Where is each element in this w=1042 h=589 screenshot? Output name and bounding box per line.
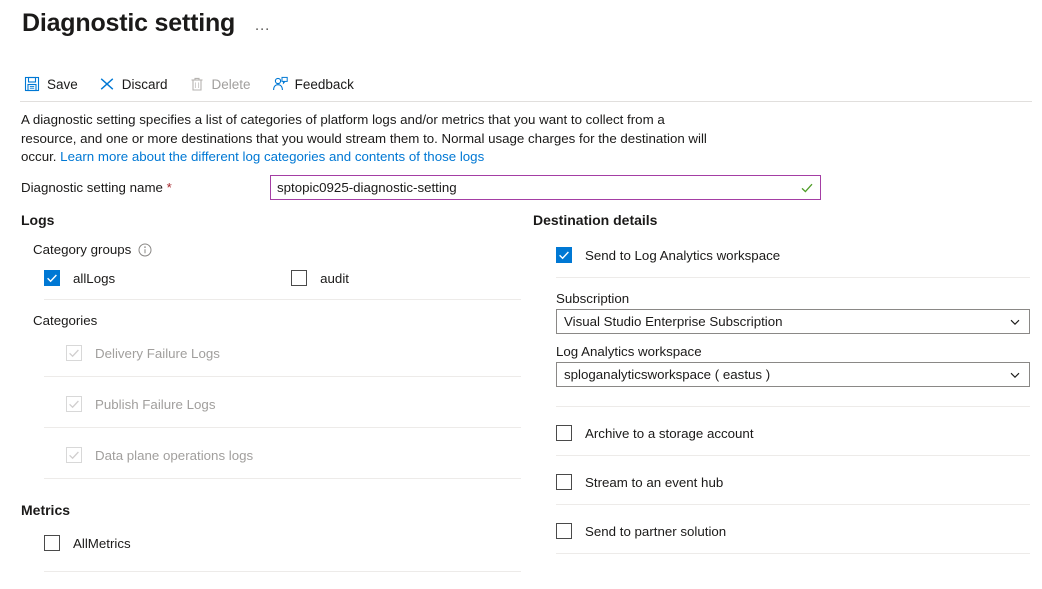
divider xyxy=(556,504,1030,505)
divider xyxy=(556,406,1030,407)
category-groups-label: Category groups xyxy=(33,242,521,257)
checkbox-box[interactable] xyxy=(44,270,60,286)
description-text: A diagnostic setting specifies a list of… xyxy=(21,111,721,167)
checkbox-delivery-failure-logs-label: Delivery Failure Logs xyxy=(95,346,220,361)
save-button[interactable]: Save xyxy=(22,74,87,94)
learn-more-link[interactable]: Learn more about the different log categ… xyxy=(60,149,484,164)
checkbox-data-plane-operations-logs: Data plane operations logs xyxy=(66,440,521,470)
checkbox-box xyxy=(66,447,82,463)
log-analytics-workspace-field: Log Analytics workspace sploganalyticswo… xyxy=(556,344,1030,387)
categories-label: Categories xyxy=(33,313,521,328)
checkbox-allmetrics-label: AllMetrics xyxy=(73,536,131,551)
checkbox-box[interactable] xyxy=(556,425,572,441)
checkbox-send-to-partner-solution-label: Send to partner solution xyxy=(585,524,726,539)
delete-button-label: Delete xyxy=(212,77,251,92)
divider xyxy=(44,376,521,377)
subscription-label: Subscription xyxy=(556,291,1030,306)
diagnostic-setting-name-row: Diagnostic setting name * xyxy=(21,175,1021,200)
checkbox-publish-failure-logs-label: Publish Failure Logs xyxy=(95,397,215,412)
delete-icon xyxy=(189,76,205,92)
checkbox-box[interactable] xyxy=(556,523,572,539)
checkbox-box[interactable] xyxy=(291,270,307,286)
checkbox-allLogs-label: allLogs xyxy=(73,271,115,286)
category-groups-label-text: Category groups xyxy=(33,242,131,257)
checkbox-stream-to-event-hub[interactable]: Stream to an event hub xyxy=(556,469,1030,495)
diagnostic-setting-name-field[interactable] xyxy=(270,175,821,200)
delete-button: Delete xyxy=(187,74,260,94)
checkbox-send-to-log-analytics[interactable]: Send to Log Analytics workspace xyxy=(556,242,1030,268)
diagnostic-setting-name-input[interactable] xyxy=(271,176,820,199)
required-marker: * xyxy=(167,180,172,195)
checkbox-allLogs[interactable]: allLogs xyxy=(44,270,115,286)
discard-icon xyxy=(99,76,115,92)
destination-details-column: Destination details Send to Log Analytic… xyxy=(533,212,1030,554)
log-analytics-workspace-value: sploganalyticsworkspace ( eastus ) xyxy=(564,367,770,382)
chevron-down-icon xyxy=(1009,369,1021,381)
checkbox-send-to-partner-solution[interactable]: Send to partner solution xyxy=(556,518,1030,544)
divider xyxy=(44,427,521,428)
save-button-label: Save xyxy=(47,77,78,92)
info-icon[interactable] xyxy=(138,243,152,257)
checkbox-audit[interactable]: audit xyxy=(291,270,349,286)
checkbox-stream-to-event-hub-label: Stream to an event hub xyxy=(585,475,723,490)
divider xyxy=(44,571,521,572)
checkbox-data-plane-operations-logs-label: Data plane operations logs xyxy=(95,448,253,463)
checkbox-box[interactable] xyxy=(556,474,572,490)
discard-button[interactable]: Discard xyxy=(97,74,177,94)
checkbox-audit-label: audit xyxy=(320,271,349,286)
checkbox-delivery-failure-logs: Delivery Failure Logs xyxy=(66,338,521,368)
categories-label-text: Categories xyxy=(33,313,97,328)
feedback-icon xyxy=(272,76,288,92)
page-title: Diagnostic setting xyxy=(22,8,235,38)
checkbox-box[interactable] xyxy=(556,247,572,263)
checkbox-archive-to-storage-account-label: Archive to a storage account xyxy=(585,426,754,441)
destination-details-title: Destination details xyxy=(533,212,1030,228)
chevron-down-icon xyxy=(1009,316,1021,328)
green-check-icon xyxy=(800,181,814,195)
save-icon xyxy=(24,76,40,92)
checkbox-publish-failure-logs: Publish Failure Logs xyxy=(66,389,521,419)
command-bar: Save Discard Delete xyxy=(22,70,373,98)
more-options-icon[interactable]: … xyxy=(249,15,276,37)
divider xyxy=(556,277,1030,278)
log-analytics-workspace-select[interactable]: sploganalyticsworkspace ( eastus ) xyxy=(556,362,1030,387)
diagnostic-setting-name-label: Diagnostic setting name * xyxy=(21,180,270,195)
name-label-text: Diagnostic setting name xyxy=(21,180,163,195)
toolbar-divider xyxy=(20,101,1032,102)
checkbox-archive-to-storage-account[interactable]: Archive to a storage account xyxy=(556,420,1030,446)
checkbox-allmetrics[interactable]: AllMetrics xyxy=(44,530,521,556)
divider xyxy=(44,299,521,300)
subscription-field: Subscription Visual Studio Enterprise Su… xyxy=(556,291,1030,334)
discard-button-label: Discard xyxy=(122,77,168,92)
divider xyxy=(44,478,521,479)
checkbox-box[interactable] xyxy=(44,535,60,551)
logs-column: Logs Category groups allLogs xyxy=(21,212,521,572)
metrics-section-title: Metrics xyxy=(21,502,521,518)
checkbox-box xyxy=(66,396,82,412)
category-groups-row: allLogs audit xyxy=(44,265,521,291)
feedback-button-label: Feedback xyxy=(295,77,354,92)
diagnostic-setting-page: Diagnostic setting … Save xyxy=(0,0,1042,589)
subscription-select[interactable]: Visual Studio Enterprise Subscription xyxy=(556,309,1030,334)
page-header: Diagnostic setting … xyxy=(22,8,276,38)
divider xyxy=(556,455,1030,456)
divider xyxy=(556,553,1030,554)
feedback-button[interactable]: Feedback xyxy=(270,74,363,94)
checkbox-box xyxy=(66,345,82,361)
checkbox-send-to-log-analytics-label: Send to Log Analytics workspace xyxy=(585,248,780,263)
log-analytics-workspace-label: Log Analytics workspace xyxy=(556,344,1030,359)
logs-section-title: Logs xyxy=(21,212,521,228)
subscription-value: Visual Studio Enterprise Subscription xyxy=(564,314,783,329)
